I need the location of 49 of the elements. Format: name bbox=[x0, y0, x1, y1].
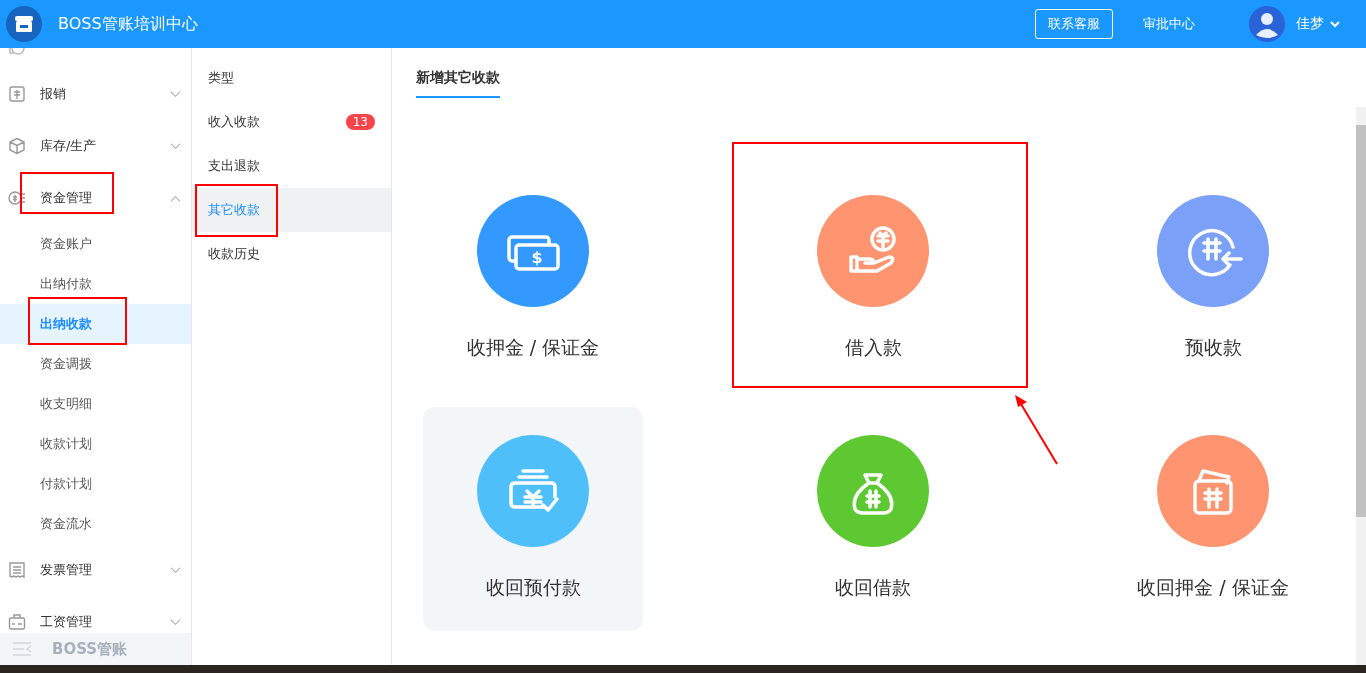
option-card[interactable]: 收回借款 bbox=[763, 407, 983, 631]
option-label: 收押金 / 保证金 bbox=[466, 335, 600, 360]
page-tab[interactable]: 新增其它收款 bbox=[416, 69, 500, 98]
sidebar-item[interactable]: 报销 bbox=[0, 68, 191, 120]
document-icon bbox=[8, 561, 26, 579]
sidebar-subitem[interactable]: 出纳付款 bbox=[0, 264, 191, 304]
option-label: 借入款 bbox=[844, 335, 902, 360]
app-title: BOSS管账培训中心 bbox=[58, 13, 198, 35]
option-card[interactable]: 收回押金 / 保证金 bbox=[1103, 407, 1323, 631]
option-label: 收回借款 bbox=[835, 575, 911, 600]
option-label: 收回押金 / 保证金 bbox=[1137, 575, 1289, 600]
option-card[interactable]: 预收款 bbox=[1103, 167, 1323, 391]
type-menu-item[interactable]: 收入收款 13 bbox=[192, 100, 391, 144]
chevron-up-icon bbox=[170, 194, 181, 202]
sidebar-subitem[interactable]: 资金流水 bbox=[0, 504, 191, 544]
sidebar-item[interactable]: 资金管理 bbox=[0, 172, 191, 224]
brand-text: BOSS管账 bbox=[52, 639, 128, 659]
sidebar-subitem[interactable]: 资金调拨 bbox=[0, 344, 191, 384]
type-menu-item[interactable]: 支出退款 bbox=[192, 144, 391, 188]
chevron-down-icon bbox=[170, 142, 181, 150]
type-menu-item[interactable]: 收款历史 bbox=[192, 232, 391, 276]
receipt-icon bbox=[8, 85, 26, 103]
count-badge: 13 bbox=[345, 114, 375, 130]
chevron-down-icon bbox=[170, 90, 181, 98]
collapse-menu-icon[interactable] bbox=[12, 642, 32, 656]
cube-icon bbox=[8, 137, 26, 155]
sidebar-item[interactable]: 发票管理 bbox=[0, 544, 191, 596]
sidebar-subitem[interactable]: 付款计划 bbox=[0, 464, 191, 504]
avatar-icon[interactable] bbox=[1249, 6, 1285, 42]
annotation-arrow bbox=[1013, 394, 1061, 466]
option-card[interactable]: 收回预付款 bbox=[423, 407, 643, 631]
banknotes-icon: $ bbox=[477, 195, 589, 307]
store-logo-icon bbox=[6, 6, 42, 42]
option-label: 预收款 bbox=[1184, 335, 1242, 360]
option-label: 收回预付款 bbox=[485, 575, 581, 600]
sidebar-item[interactable]: 库存/生产 bbox=[0, 120, 191, 172]
coin-list-icon bbox=[8, 189, 26, 207]
sidebar-subitem[interactable]: 收款计划 bbox=[0, 424, 191, 464]
scrollbar-thumb[interactable] bbox=[1356, 125, 1366, 517]
option-card[interactable]: $ 收押金 / 保证金 bbox=[423, 167, 643, 391]
chevron-down-icon bbox=[170, 618, 181, 626]
option-card[interactable]: 借入款 bbox=[763, 167, 983, 391]
briefcase-icon bbox=[8, 613, 26, 631]
menu-heading: 类型 bbox=[207, 69, 235, 87]
caret-icon[interactable] bbox=[1330, 20, 1340, 28]
sidebar-subitem[interactable]: 收支明细 bbox=[0, 384, 191, 424]
chevron-down-icon bbox=[170, 566, 181, 574]
sidebar-subitem[interactable]: 资金账户 bbox=[0, 224, 191, 264]
scrollbar[interactable] bbox=[1356, 107, 1366, 665]
